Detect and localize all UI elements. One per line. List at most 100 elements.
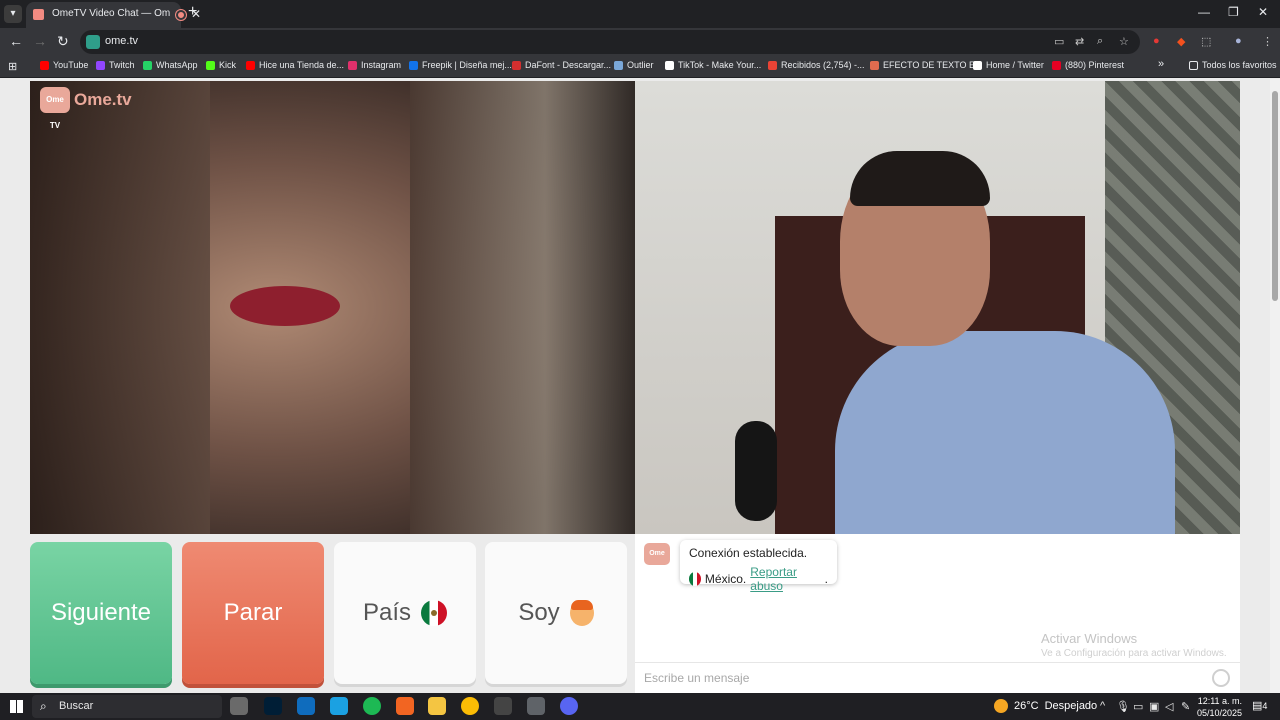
ometv-chat-logo-icon: Ome TV xyxy=(644,543,670,579)
bookmark-efecto-texto[interactable]: EFECTO DE TEXTO E... xyxy=(870,60,983,70)
ometv-favicon-icon xyxy=(33,9,44,20)
folder-icon xyxy=(1189,60,1198,70)
clock-date: 05/10/2025 xyxy=(1197,708,1243,718)
ometv-logo: Ome TV Ome.tv xyxy=(40,87,132,130)
video-hair-right xyxy=(410,81,635,534)
minimize-button[interactable]: — xyxy=(1198,5,1210,19)
tab-bar: ▾ OmeTV Video Chat — Ome ✕ + — ❐ ✕ xyxy=(0,0,1280,28)
file-explorer-icon[interactable] xyxy=(428,697,446,715)
report-abuse-link[interactable]: Reportar abuso xyxy=(750,565,820,593)
cast-icon[interactable]: ▭ xyxy=(1054,35,1064,48)
bookmark-star-icon[interactable]: ☆ xyxy=(1119,35,1129,48)
pinterest-icon xyxy=(1052,60,1061,70)
clock-time: 12:11 a. m. xyxy=(1197,696,1243,706)
taskbar-search[interactable]: ⌕ Buscar xyxy=(32,695,222,718)
freepik-icon xyxy=(409,60,418,70)
task-view-icon[interactable] xyxy=(230,697,248,715)
temperature: 26°C xyxy=(1014,700,1039,712)
message-input[interactable]: Escribe un mensaje xyxy=(635,662,1240,693)
x-twitter-icon xyxy=(973,60,982,70)
menu-kebab-icon[interactable]: ⋮ xyxy=(1262,35,1273,48)
bookmark-tiktok[interactable]: TikTok - Make Your... xyxy=(665,60,761,70)
tiktok-icon xyxy=(665,60,674,70)
video-microphone xyxy=(735,421,777,521)
extension-orange-icon[interactable]: ◆ xyxy=(1177,35,1185,48)
bookmark-outlier[interactable]: Outlier xyxy=(614,60,654,70)
bookmark-tienda[interactable]: Hice una Tienda de... xyxy=(246,60,344,70)
photoshop-icon[interactable] xyxy=(264,697,282,715)
gmail-icon xyxy=(768,60,777,70)
bookmark-instagram[interactable]: Instagram xyxy=(348,60,401,70)
tab-search-button[interactable]: ▾ xyxy=(4,5,22,23)
obs-icon[interactable] xyxy=(494,697,512,715)
windows-start-icon[interactable] xyxy=(10,700,23,713)
bookmark-twitter[interactable]: Home / Twitter xyxy=(973,60,1044,70)
display-icon[interactable]: ▭ xyxy=(1133,700,1143,713)
more-bookmarks-button[interactable]: » xyxy=(1158,58,1164,70)
orange-app-icon[interactable] xyxy=(396,697,414,715)
twitch-icon xyxy=(96,60,105,70)
url-text[interactable]: ome.tv xyxy=(105,35,138,47)
volume-icon[interactable]: ◁ xyxy=(1165,700,1173,713)
all-favorites-button[interactable]: Todos los favoritos xyxy=(1189,60,1277,70)
youtube-icon xyxy=(40,60,49,70)
gender-button[interactable]: Soy xyxy=(485,542,627,684)
video-hair xyxy=(850,151,990,206)
tray-chevron-icon[interactable]: ^ xyxy=(1100,700,1105,712)
pen-icon[interactable]: ✎ xyxy=(1181,700,1190,713)
apps-grid-icon[interactable]: ⊞ xyxy=(8,60,17,73)
instagram-icon xyxy=(348,60,357,70)
taskbar-clock[interactable]: 12:11 a. m. 05/10/2025 xyxy=(1197,695,1242,719)
bookmark-dafont[interactable]: DaFont - Descargar... xyxy=(512,60,611,70)
weather-widget[interactable]: 26°C Despejado xyxy=(994,699,1097,713)
emoji-picker-icon[interactable] xyxy=(1212,669,1230,687)
video-shirt xyxy=(835,331,1175,534)
bookmark-freepik[interactable]: Freepik | Diseña mej... xyxy=(409,60,512,70)
back-icon[interactable]: ← xyxy=(9,33,23,49)
bookmark-gmail[interactable]: Recibidos (2,754) -... xyxy=(768,60,865,70)
scroll-thumb[interactable] xyxy=(1272,91,1278,301)
active-tab[interactable]: OmeTV Video Chat — Ome ✕ xyxy=(26,2,201,28)
chrome-active-icon[interactable] xyxy=(527,697,545,715)
report-suffix: . xyxy=(824,572,828,586)
bookmark-pinterest[interactable]: (880) Pinterest xyxy=(1052,60,1124,70)
bookmark-kick[interactable]: Kick xyxy=(206,60,236,70)
youtube-icon xyxy=(246,60,255,70)
microphone-icon[interactable]: 🎙 xyxy=(1116,700,1130,713)
bookmark-twitch[interactable]: Twitch xyxy=(96,60,135,70)
ometv-logo-text: Ome.tv xyxy=(74,90,132,109)
page-scrollbar[interactable] xyxy=(1270,79,1280,693)
recording-indicator-icon xyxy=(176,10,186,20)
profile-avatar-icon[interactable]: ● xyxy=(1235,35,1242,47)
windows-taskbar: ⌕ Buscar 26°C Despejado ^ 🎙 ▭ ▣ ◁ ✎ 12:1… xyxy=(0,693,1280,720)
reload-icon[interactable]: ↻ xyxy=(57,33,69,50)
stop-button[interactable]: Parar xyxy=(182,542,324,684)
next-button[interactable]: Siguiente xyxy=(30,542,172,684)
country-button[interactable]: País xyxy=(334,542,476,684)
extension-red-icon[interactable]: ● xyxy=(1153,35,1160,47)
taskbar-search-label: Buscar xyxy=(59,700,94,712)
message-placeholder: Escribe un mensaje xyxy=(644,671,750,685)
network-icon[interactable]: ▣ xyxy=(1149,700,1159,713)
forward-icon[interactable]: → xyxy=(33,33,47,49)
close-window-button[interactable]: ✕ xyxy=(1258,5,1268,19)
restore-button[interactable]: ❐ xyxy=(1228,5,1239,19)
bookmark-youtube[interactable]: YouTube xyxy=(40,60,88,70)
translate-icon[interactable]: ⇄ xyxy=(1075,35,1084,48)
bookmark-whatsapp[interactable]: WhatsApp xyxy=(143,60,198,70)
edge-icon[interactable] xyxy=(330,697,348,715)
self-video xyxy=(635,81,1240,534)
boy-emoji-icon xyxy=(569,600,594,626)
notifications-icon[interactable]: ▤4 xyxy=(1252,699,1267,712)
discord-icon[interactable] xyxy=(560,697,578,715)
ometv-logo-badge: Ome TV xyxy=(40,87,70,130)
site-info-icon[interactable] xyxy=(86,35,100,49)
zoom-icon[interactable]: ⌕ xyxy=(1097,35,1103,48)
chrome-icon[interactable] xyxy=(461,697,479,715)
stranger-video: Ome TV Ome.tv xyxy=(30,81,635,534)
spotify-icon[interactable] xyxy=(363,697,381,715)
outlook-icon[interactable] xyxy=(297,697,315,715)
extensions-puzzle-icon[interactable]: ⬚ xyxy=(1201,35,1211,48)
new-tab-button[interactable]: + xyxy=(188,3,197,21)
address-bar[interactable]: ome.tv xyxy=(80,30,1140,54)
